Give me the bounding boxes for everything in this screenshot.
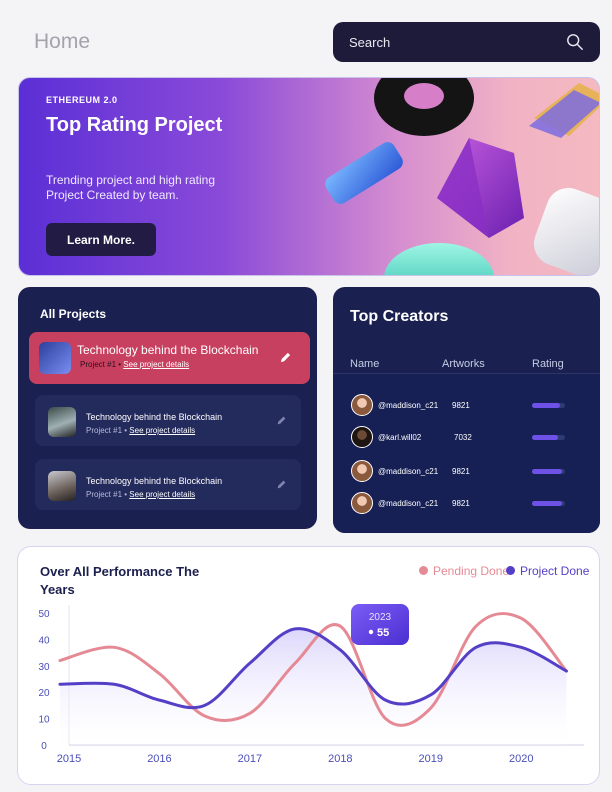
column-header-rating: Rating: [532, 358, 564, 370]
avatar: [351, 394, 373, 416]
creator-artworks: 7032: [454, 433, 472, 442]
performance-panel: Over All Performance The Years Pending D…: [17, 546, 600, 785]
rating-bar-fill: [532, 469, 563, 474]
tooltip-year: 2023: [369, 612, 392, 623]
hero-banner: ETHEREUM 2.0 Top Rating Project Trending…: [18, 77, 600, 276]
all-projects-title: All Projects: [40, 307, 107, 321]
tooltip-dot: [368, 629, 374, 635]
hero-3d-shapes-illustration: [325, 78, 599, 275]
creator-handle: @maddison_c21: [378, 467, 439, 476]
edit-icon[interactable]: [276, 479, 287, 490]
creator-row[interactable]: @maddison_c21 9821: [333, 491, 600, 515]
rating-bar-fill: [532, 501, 562, 506]
project-name: Technology behind the Blockchain: [86, 412, 223, 422]
rating-bar-fill: [532, 403, 561, 408]
y-tick-label: 10: [38, 715, 50, 726]
search-bar[interactable]: Search: [333, 22, 600, 62]
rating-bar: [532, 435, 565, 440]
hero-title: Top Rating Project: [46, 114, 223, 136]
project-name: Technology behind the Blockchain: [86, 476, 223, 486]
x-tick-label: 2018: [328, 753, 352, 765]
creator-artworks: 9821: [452, 499, 470, 508]
top-creators-panel: Top Creators Name Artworks Rating @maddi…: [333, 287, 600, 533]
project-number: Project #1: [86, 490, 123, 499]
y-tick-label: 0: [41, 741, 47, 752]
search-icon[interactable]: [566, 33, 584, 51]
rating-bar-fill: [532, 435, 558, 440]
project-details-link[interactable]: See project details: [123, 360, 189, 369]
project-item[interactable]: Technology behind the Blockchain Project…: [35, 459, 301, 510]
creator-handle: @maddison_c21: [378, 499, 439, 508]
project-meta: Project #1 • See project details: [86, 426, 196, 435]
project-thumbnail: [48, 407, 76, 437]
edit-icon[interactable]: [276, 415, 287, 426]
project-done-area: [59, 628, 567, 745]
y-tick-label: 30: [38, 662, 50, 673]
x-tick-label: 2017: [238, 753, 262, 765]
project-meta: Project #1 • See project details: [86, 490, 196, 499]
project-item-active[interactable]: Technology behind the Blockchain Project…: [29, 332, 310, 384]
project-number: Project #1: [86, 426, 123, 435]
project-number: Project #1: [80, 360, 117, 369]
avatar: [351, 492, 373, 514]
project-name: Technology behind the Blockchain: [77, 343, 259, 357]
x-tick-label: 2015: [57, 753, 81, 765]
rating-bar: [532, 403, 565, 408]
project-thumbnail: [39, 342, 71, 374]
creator-row[interactable]: @karl.will02 7032: [333, 425, 600, 449]
project-details-link[interactable]: See project details: [129, 490, 195, 499]
creator-handle: @karl.will02: [378, 433, 422, 442]
performance-line-chart: 0 10 20 30 40 50 2015 2016 2017 2018 2019 2020 2023 5…: [38, 604, 584, 765]
edit-icon[interactable]: [279, 351, 292, 364]
creator-artworks: 9821: [452, 401, 470, 410]
rating-bar: [532, 501, 565, 506]
creator-row[interactable]: @maddison_c21 9821: [333, 459, 600, 483]
creators-table-header: Name Artworks Rating: [333, 349, 600, 374]
all-projects-panel: All Projects Technology behind the Block…: [18, 287, 317, 529]
avatar: [351, 426, 373, 448]
search-placeholder: Search: [349, 34, 391, 50]
hero-eyebrow: ETHEREUM 2.0: [46, 95, 118, 105]
learn-more-button[interactable]: Learn More.: [46, 223, 156, 256]
x-tick-label: 2019: [419, 753, 443, 765]
tooltip-value: 55: [377, 627, 389, 639]
x-tick-label: 2016: [147, 753, 171, 765]
project-meta: Project #1 • See project details: [80, 360, 190, 369]
hero-description: Trending project and high rating Project…: [46, 173, 215, 202]
x-tick-label: 2020: [509, 753, 533, 765]
column-header-artworks: Artworks: [442, 358, 485, 370]
y-tick-label: 40: [38, 635, 50, 646]
creator-handle: @maddison_c21: [378, 401, 439, 410]
creator-artworks: 9821: [452, 467, 470, 476]
y-tick-label: 20: [38, 688, 50, 699]
project-details-link[interactable]: See project details: [129, 426, 195, 435]
project-thumbnail: [48, 471, 76, 501]
column-header-name: Name: [350, 358, 380, 370]
top-creators-title: Top Creators: [350, 308, 449, 325]
creators-table-body: @maddison_c21 9821 @karl.will02 7032 @ma…: [333, 375, 600, 533]
project-item[interactable]: Technology behind the Blockchain Project…: [35, 395, 301, 446]
creator-row[interactable]: @maddison_c21 9821: [333, 393, 600, 417]
page-title: Home: [34, 30, 91, 53]
rating-bar: [532, 469, 565, 474]
y-tick-label: 50: [38, 609, 50, 620]
avatar: [351, 460, 373, 482]
